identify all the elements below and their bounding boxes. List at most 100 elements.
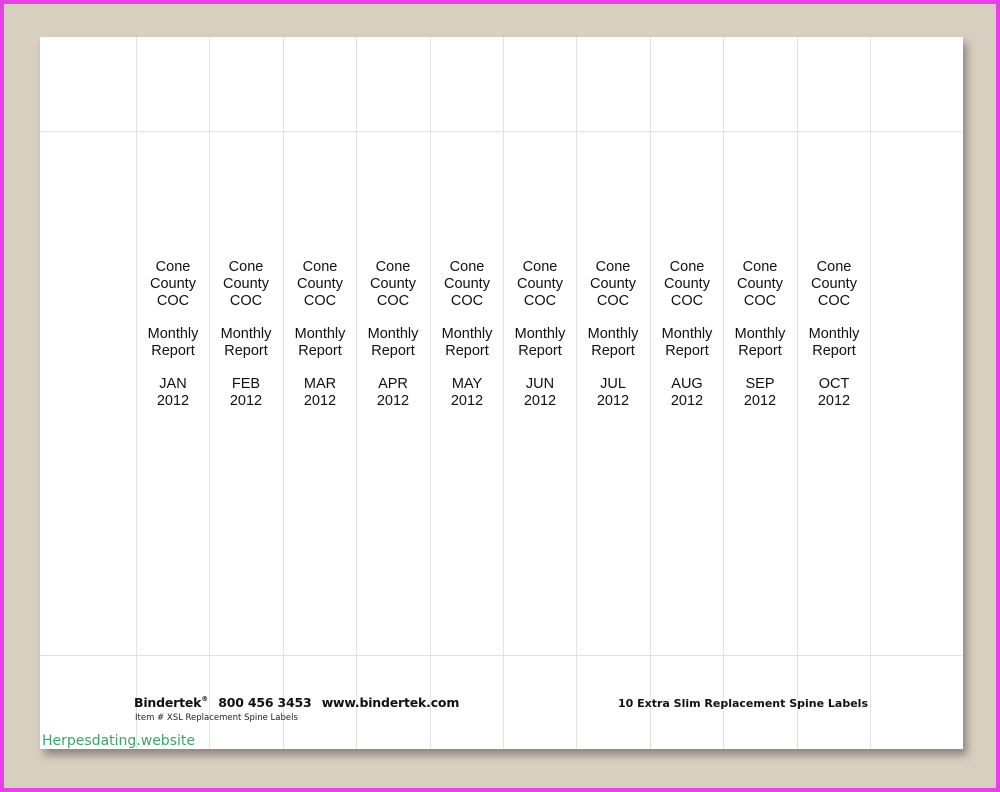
label-spacer [723, 359, 797, 376]
label-month: FEB [231, 375, 261, 392]
top-cut-line [40, 131, 963, 132]
label-title-line: Monthly [220, 325, 272, 342]
label-spacer [797, 359, 871, 376]
label-org-line: Cone [228, 259, 264, 275]
label-year: 2012 [743, 392, 777, 409]
watermark-text: Herpesdating.website [42, 733, 195, 749]
label-month: OCT [818, 375, 850, 392]
label-year: 2012 [670, 392, 704, 409]
spine-label: Cone County COC Monthly Report OCT 2012 [797, 259, 871, 410]
label-org-line: Cone [522, 259, 558, 275]
label-org-line: Cone [595, 259, 631, 275]
label-year: 2012 [376, 392, 410, 409]
label-title-line: Monthly [367, 325, 419, 342]
label-year: 2012 [523, 392, 557, 409]
label-org-line: COC [229, 292, 263, 309]
label-org-line: Cone [742, 259, 778, 275]
label-org-line: COC [450, 292, 484, 309]
label-title-line: Report [445, 342, 489, 359]
label-org-line: County [517, 275, 563, 292]
spine-label: Cone County COC Monthly Report SEP 2012 [723, 259, 797, 410]
label-org-line: County [150, 275, 196, 292]
label-org-line: County [811, 275, 857, 292]
label-spacer [723, 309, 797, 326]
label-org-line: COC [156, 292, 190, 309]
spine-label: Cone County COC Monthly Report JUL 2012 [576, 259, 650, 410]
label-month: MAR [303, 375, 337, 392]
label-title-line: Report [812, 342, 856, 359]
label-spacer [797, 309, 871, 326]
label-title-line: Monthly [587, 325, 639, 342]
product-count: 10 Extra Slim Replacement Spine Labels [617, 697, 868, 710]
label-org-line: Cone [375, 259, 411, 275]
label-title-line: Monthly [734, 325, 786, 342]
label-org-line: Cone [155, 259, 191, 275]
label-month: JAN [159, 375, 187, 392]
registered-mark: ® [201, 695, 209, 703]
label-spacer [283, 359, 357, 376]
label-org-line: County [737, 275, 783, 292]
label-year: 2012 [303, 392, 337, 409]
label-spacer [576, 309, 650, 326]
spine-label: Cone County COC Monthly Report AUG 2012 [650, 259, 724, 410]
label-org-line: Cone [449, 259, 485, 275]
spine-label: Cone County COC Monthly Report JAN 2012 [136, 259, 210, 410]
label-org-line: COC [743, 292, 777, 309]
label-org-line: COC [596, 292, 630, 309]
label-org-line: County [444, 275, 490, 292]
label-org-line: COC [670, 292, 704, 309]
label-spacer [356, 309, 430, 326]
label-title-line: Report [371, 342, 415, 359]
spine-label: Cone County COC Monthly Report FEB 2012 [209, 259, 283, 410]
brand-phone: 800 456 3453 [218, 695, 312, 710]
label-title-line: Report [298, 342, 342, 359]
label-month: SEP [745, 375, 775, 392]
label-month: APR [378, 375, 408, 392]
label-org-line: COC [817, 292, 851, 309]
item-number: Item # XSL Replacement Spine Labels [135, 713, 298, 723]
label-spacer [209, 359, 283, 376]
label-sheet: Cone County COC Monthly Report JAN 2012 Cone Cou… [40, 37, 963, 749]
label-spacer [283, 309, 357, 326]
label-spacer [430, 359, 504, 376]
label-spacer [136, 359, 210, 376]
label-title-line: Report [591, 342, 635, 359]
spine-label: Cone County COC Monthly Report MAY 2012 [430, 259, 504, 410]
label-year: 2012 [817, 392, 851, 409]
label-month: AUG [671, 375, 703, 392]
label-spacer [209, 309, 283, 326]
label-spacer [650, 309, 724, 326]
label-org-line: Cone [302, 259, 338, 275]
label-year: 2012 [596, 392, 630, 409]
label-org-line: Cone [816, 259, 852, 275]
label-year: 2012 [229, 392, 263, 409]
label-spacer [136, 309, 210, 326]
label-title-line: Monthly [514, 325, 566, 342]
label-year: 2012 [450, 392, 484, 409]
label-org-line: Cone [669, 259, 705, 275]
spine-label: Cone County COC Monthly Report JUN 2012 [503, 259, 577, 410]
label-year: 2012 [156, 392, 190, 409]
label-org-line: County [664, 275, 710, 292]
label-title-line: Monthly [441, 325, 493, 342]
brand-website: www.bindertek.com [321, 695, 460, 710]
brand-name: Bindertek [134, 695, 202, 710]
brand-line: Bindertek® 800 456 3453 www.bindertek.co… [134, 695, 459, 710]
label-title-line: Report [665, 342, 709, 359]
label-title-line: Report [151, 342, 195, 359]
label-spacer [503, 309, 577, 326]
label-org-line: COC [523, 292, 557, 309]
label-spacer [430, 309, 504, 326]
label-title-line: Monthly [808, 325, 860, 342]
label-title-line: Report [518, 342, 562, 359]
label-org-line: County [590, 275, 636, 292]
label-spacer [356, 359, 430, 376]
label-org-line: County [297, 275, 343, 292]
label-spacer [503, 359, 577, 376]
label-month: JUN [525, 375, 555, 392]
spine-label: Cone County COC Monthly Report MAR 2012 [283, 259, 357, 410]
bottom-cut-line [40, 655, 963, 656]
spine-label: Cone County COC Monthly Report APR 2012 [356, 259, 430, 410]
label-title-line: Monthly [147, 325, 199, 342]
label-org-line: COC [376, 292, 410, 309]
